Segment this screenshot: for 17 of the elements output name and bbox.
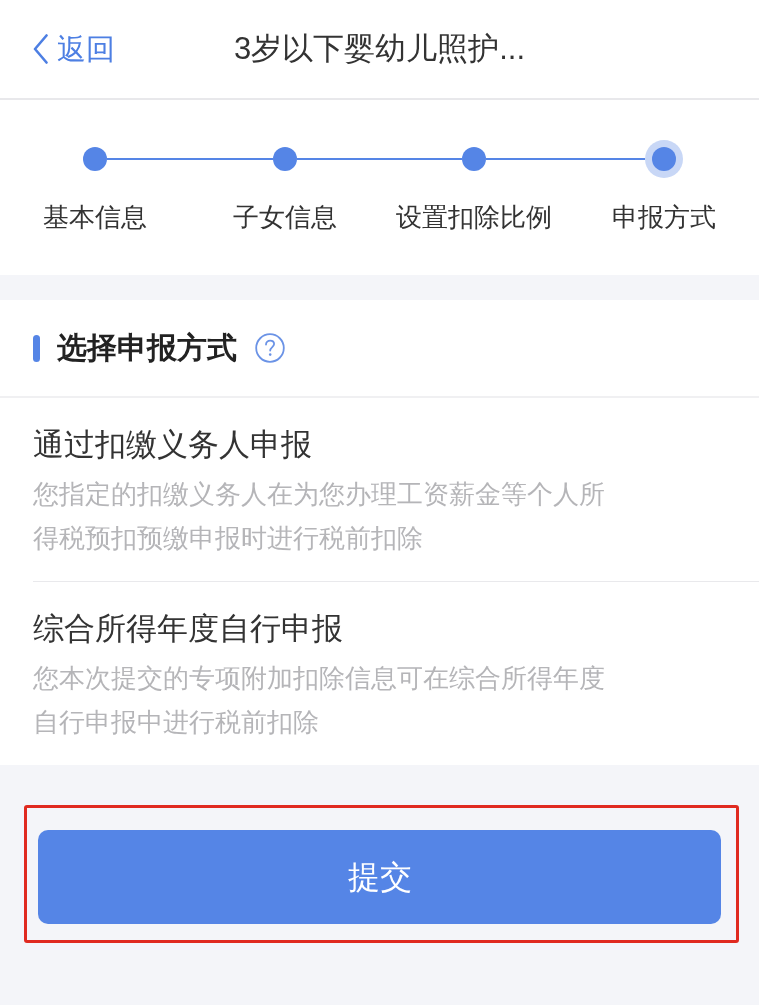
help-icon[interactable] — [255, 333, 285, 363]
step-label: 设置扣除比例 — [396, 202, 553, 232]
option-title: 综合所得年度自行申报 — [33, 610, 344, 648]
step-label: 申报方式 — [612, 202, 717, 232]
submit-button[interactable]: 提交 — [38, 830, 721, 924]
option-item[interactable]: 通过扣缴义务人申报 您指定的扣缴义务人在为您办理工资薪金等个人所得税预扣预缴申报时进行税前扣除 — [0, 398, 759, 582]
section-marker — [33, 334, 40, 362]
step-label: 子女信息 — [232, 202, 337, 232]
step-label: 基本信息 — [42, 202, 147, 232]
page-title: 3岁以下婴幼儿照护... — [233, 30, 526, 68]
option-title: 通过扣缴义务人申报 — [33, 426, 313, 464]
back-link[interactable]: 返回 — [33, 31, 115, 67]
section-title: 选择申报方式 — [57, 330, 237, 366]
option-description: 您本次提交的专项附加扣除信息可在综合所得年度自行申报中进行税前扣除 — [33, 662, 606, 739]
option-description: 您指定的扣缴义务人在为您办理工资薪金等个人所得税预扣预缴申报时进行税前扣除 — [33, 478, 606, 555]
chevron-left-icon — [33, 34, 48, 64]
option-item[interactable]: 综合所得年度自行申报 您本次提交的专项附加扣除信息可在综合所得年度自行申报中进行税前扣除 — [0, 582, 759, 765]
